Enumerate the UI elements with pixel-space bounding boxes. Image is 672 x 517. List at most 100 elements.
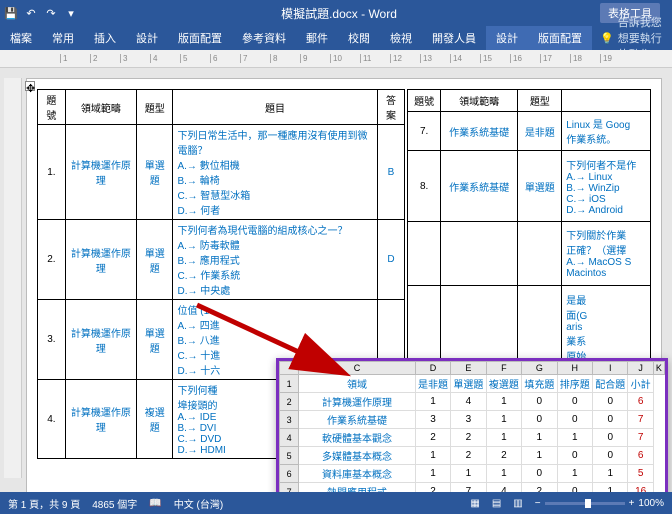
excel-col-header[interactable]: E — [451, 362, 486, 375]
excel-cell[interactable]: 1 — [415, 465, 450, 483]
excel-row-header[interactable]: 7 — [280, 483, 299, 493]
excel-cell[interactable]: 1 — [522, 447, 557, 465]
excel-header-cell[interactable]: 是非題 — [415, 375, 450, 393]
excel-subtotal-cell[interactable]: 7 — [628, 411, 653, 429]
ribbon-tab[interactable]: 檢視 — [380, 26, 422, 50]
excel-header-cell[interactable]: 領域 — [299, 375, 416, 393]
undo-icon[interactable]: ↶ — [24, 6, 38, 20]
excel-cell[interactable]: 1 — [593, 465, 628, 483]
excel-cat-cell[interactable]: 計算機運作原理 — [299, 393, 416, 411]
excel-cell[interactable]: 2 — [451, 447, 486, 465]
excel-cell[interactable]: 0 — [522, 393, 557, 411]
excel-cell[interactable]: 0 — [557, 411, 592, 429]
excel-cell[interactable]: 0 — [593, 393, 628, 411]
ribbon-context-tab[interactable]: 設計 — [486, 26, 528, 50]
language-indicator[interactable]: 中文 (台灣) — [174, 496, 223, 511]
excel-cell[interactable]: 0 — [522, 411, 557, 429]
excel-cell[interactable]: 2 — [486, 447, 521, 465]
spellcheck-icon[interactable]: 📖 — [149, 498, 161, 509]
excel-cell[interactable]: 2 — [522, 483, 557, 493]
excel-row-header[interactable]: 2 — [280, 393, 299, 411]
excel-row-header[interactable]: 4 — [280, 429, 299, 447]
excel-header-cell[interactable]: 排序題 — [557, 375, 592, 393]
excel-col-header[interactable] — [280, 362, 299, 375]
excel-cell[interactable]: 0 — [557, 483, 592, 493]
excel-cell[interactable]: 2 — [451, 429, 486, 447]
excel-cell[interactable]: 0 — [557, 393, 592, 411]
excel-cell[interactable]: 1 — [486, 393, 521, 411]
excel-header-cell[interactable]: 配合題 — [593, 375, 628, 393]
excel-col-header[interactable]: J — [628, 362, 653, 375]
excel-subtotal-cell[interactable]: 6 — [628, 447, 653, 465]
ribbon-tab[interactable]: 設計 — [126, 26, 168, 50]
excel-header-cell[interactable]: 複選題 — [486, 375, 521, 393]
excel-col-header[interactable]: F — [486, 362, 521, 375]
ribbon-tab[interactable]: 常用 — [42, 26, 84, 50]
zoom-out-icon[interactable]: − — [535, 498, 541, 509]
excel-cell[interactable]: 2 — [415, 483, 450, 493]
horizontal-ruler[interactable]: 12345678910111213141516171819 — [0, 50, 672, 68]
excel-cell[interactable]: 1 — [486, 411, 521, 429]
ribbon-tab[interactable]: 版面配置 — [168, 26, 232, 50]
ribbon-tab[interactable]: 參考資料 — [232, 26, 296, 50]
vertical-ruler[interactable] — [4, 78, 22, 478]
excel-subtotal-cell[interactable]: 7 — [628, 429, 653, 447]
excel-col-header[interactable]: D — [415, 362, 450, 375]
excel-row-header[interactable]: 3 — [280, 411, 299, 429]
excel-cell[interactable]: 7 — [451, 483, 486, 493]
excel-cell[interactable]: 3 — [415, 411, 450, 429]
zoom-level[interactable]: 100% — [638, 498, 664, 509]
page-indicator[interactable]: 第 1 頁，共 9 頁 — [8, 496, 80, 511]
excel-cell[interactable]: 0 — [522, 465, 557, 483]
excel-header-cell[interactable]: 單選題 — [451, 375, 486, 393]
qat-more-icon[interactable]: ▾ — [64, 6, 78, 20]
excel-subtotal-cell[interactable]: 6 — [628, 393, 653, 411]
excel-cell[interactable]: 0 — [593, 447, 628, 465]
view-web-icon[interactable]: ▥ — [513, 498, 522, 509]
excel-cat-cell[interactable]: 軟硬體基本觀念 — [299, 429, 416, 447]
excel-cell[interactable]: 1 — [557, 465, 592, 483]
excel-row-header[interactable]: 5 — [280, 447, 299, 465]
excel-overlay[interactable]: CDEFGHIJK1領域是非題單選題複選題填充題排序題配合題小計2計算機運作原理… — [276, 358, 668, 492]
excel-cell[interactable]: 3 — [451, 411, 486, 429]
excel-header-cell[interactable]: 填充題 — [522, 375, 557, 393]
excel-cat-cell[interactable]: 熱門應用程式 — [299, 483, 416, 493]
zoom-control[interactable]: − + 100% — [535, 498, 664, 509]
excel-row-header[interactable]: 1 — [280, 375, 299, 393]
excel-col-header[interactable]: H — [557, 362, 592, 375]
word-count[interactable]: 4865 個字 — [92, 496, 137, 511]
excel-col-header[interactable]: G — [522, 362, 557, 375]
excel-cat-cell[interactable]: 資料庫基本概念 — [299, 465, 416, 483]
excel-col-header[interactable]: I — [593, 362, 628, 375]
excel-col-header[interactable]: C — [299, 362, 416, 375]
excel-subtotal-cell[interactable]: 16 — [628, 483, 653, 493]
ribbon-context-tab[interactable]: 版面配置 — [528, 26, 592, 50]
excel-cell[interactable]: 0 — [593, 411, 628, 429]
ribbon-tab[interactable]: 檔案 — [0, 26, 42, 50]
excel-cell[interactable]: 1 — [486, 429, 521, 447]
excel-cell[interactable]: 1 — [415, 447, 450, 465]
excel-cell[interactable]: 0 — [593, 429, 628, 447]
ribbon-tab[interactable]: 校閱 — [338, 26, 380, 50]
view-print-icon[interactable]: ▤ — [492, 498, 501, 509]
excel-cell[interactable]: 1 — [593, 483, 628, 493]
ribbon-tab[interactable]: 開發人員 — [422, 26, 486, 50]
excel-cell[interactable]: 2 — [415, 429, 450, 447]
zoom-slider[interactable] — [545, 502, 625, 505]
excel-cat-cell[interactable]: 作業系統基礎 — [299, 411, 416, 429]
table-anchor-icon[interactable]: ✥ — [25, 81, 35, 91]
zoom-in-icon[interactable]: + — [629, 498, 635, 509]
excel-cell[interactable]: 1 — [451, 465, 486, 483]
excel-cell[interactable]: 1 — [486, 465, 521, 483]
redo-icon[interactable]: ↷ — [44, 6, 58, 20]
excel-cell[interactable]: 4 — [451, 393, 486, 411]
view-read-icon[interactable]: ▦ — [470, 498, 479, 509]
ribbon-tab[interactable]: 插入 — [84, 26, 126, 50]
excel-subtotal-cell[interactable]: 5 — [628, 465, 653, 483]
excel-cell[interactable]: 1 — [557, 429, 592, 447]
excel-cat-cell[interactable]: 多媒體基本概念 — [299, 447, 416, 465]
save-icon[interactable]: 💾 — [4, 6, 18, 20]
excel-cell[interactable]: 1 — [522, 429, 557, 447]
excel-col-header[interactable]: K — [653, 362, 664, 375]
excel-row-header[interactable]: 6 — [280, 465, 299, 483]
